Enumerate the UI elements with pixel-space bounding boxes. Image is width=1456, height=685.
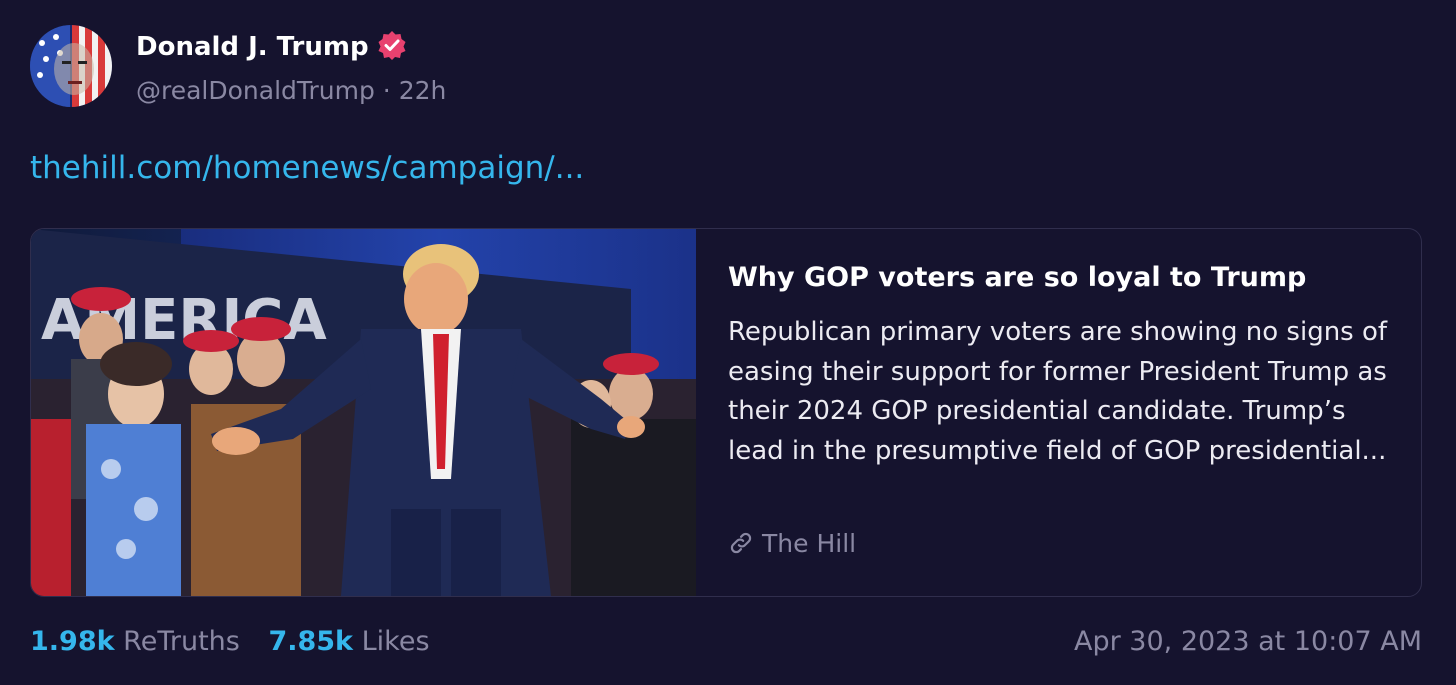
author-name-text: Donald J. Trump bbox=[136, 32, 369, 62]
card-image: AMERICA bbox=[31, 229, 696, 596]
link-preview-card[interactable]: AMERICA Why GOP voters are so loyal to T… bbox=[30, 228, 1422, 597]
card-source: The Hill bbox=[728, 527, 856, 561]
author-name[interactable]: Donald J. Trump bbox=[136, 30, 407, 64]
post-timestamp: Apr 30, 2023 at 10:07 AM bbox=[1074, 626, 1422, 657]
post-link[interactable]: thehill.com/homenews/campaign/... bbox=[30, 148, 584, 188]
card-title: Why GOP voters are so loyal to Trump bbox=[728, 262, 1307, 293]
retruths-label: ReTruths bbox=[123, 626, 240, 657]
likes-count: 7.85k bbox=[268, 626, 354, 657]
meta-separator: · bbox=[382, 76, 391, 105]
truth-post: Donald J. Trump @realDonaldTrump · 22h t… bbox=[0, 0, 1456, 685]
card-description: Republican primary voters are showing no… bbox=[728, 317, 1388, 466]
post-age[interactable]: 22h bbox=[399, 76, 447, 105]
card-body: Why GOP voters are so loyal to Trump Rep… bbox=[728, 259, 1398, 471]
retruths-stat[interactable]: 1.98k ReTruths bbox=[30, 622, 240, 662]
verified-badge-icon bbox=[377, 30, 407, 60]
likes-stat[interactable]: 7.85k Likes bbox=[268, 622, 429, 662]
avatar-image bbox=[30, 25, 112, 107]
likes-label: Likes bbox=[361, 626, 430, 657]
card-source-name: The Hill bbox=[762, 529, 857, 558]
author-avatar[interactable] bbox=[30, 25, 112, 107]
retruths-count: 1.98k bbox=[30, 626, 115, 657]
author-meta: @realDonaldTrump · 22h bbox=[136, 74, 446, 108]
author-handle[interactable]: @realDonaldTrump bbox=[136, 76, 375, 105]
link-icon bbox=[730, 532, 752, 554]
post-stats: 1.98k ReTruths 7.85k Likes bbox=[30, 622, 450, 662]
